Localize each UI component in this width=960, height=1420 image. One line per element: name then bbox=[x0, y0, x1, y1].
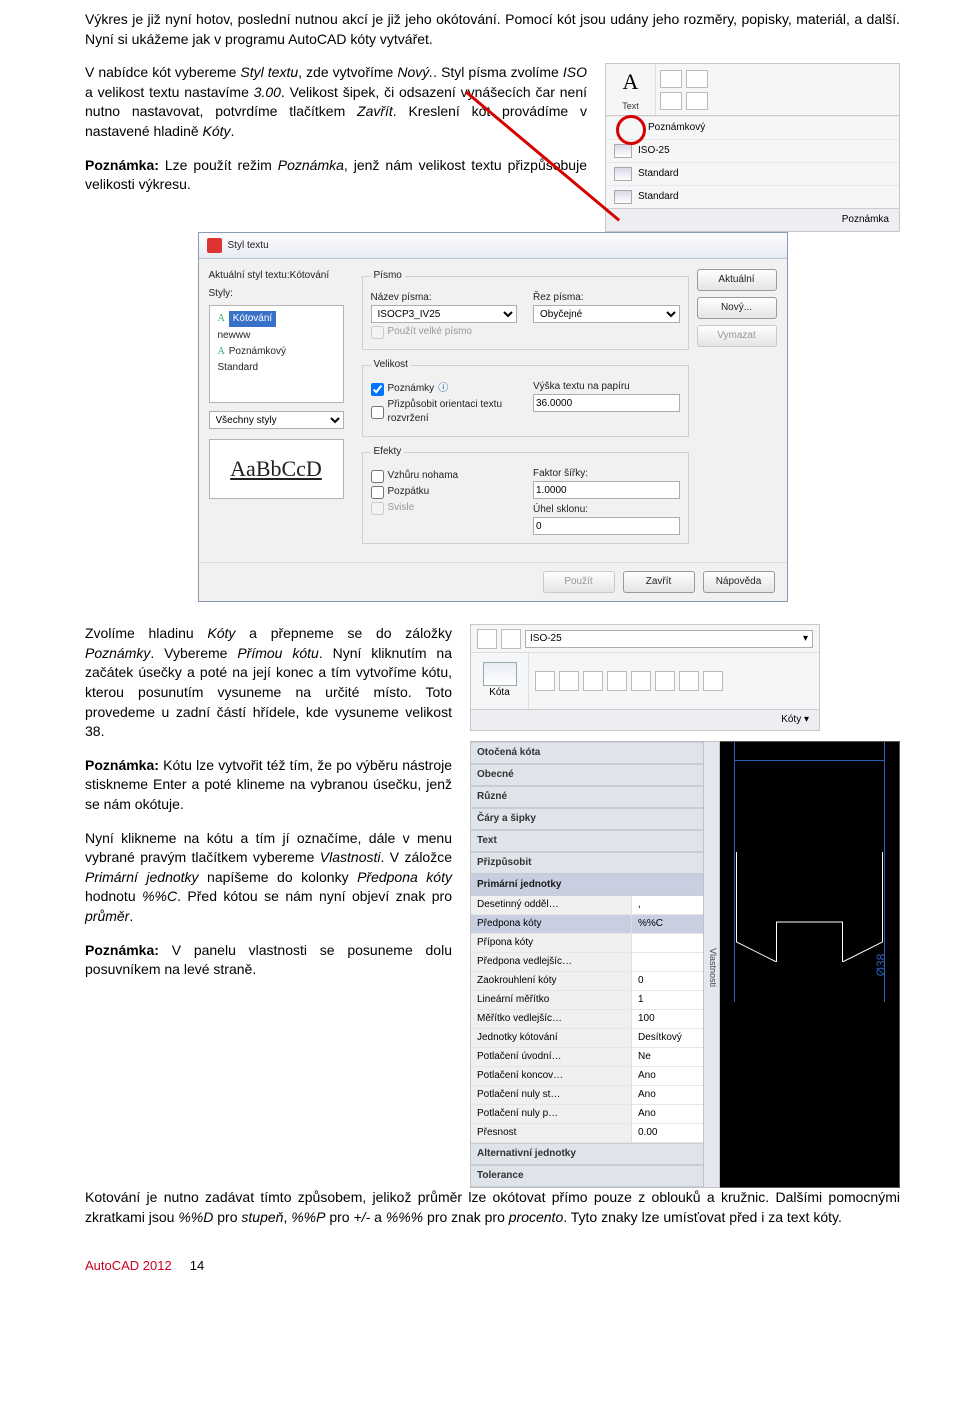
prop-row[interactable]: Desetinný odděl…, bbox=[471, 896, 703, 915]
dim-tool-icon[interactable] bbox=[477, 629, 497, 649]
screenshot-ribbon-text: A Text Poznámkový ISO-25 Standard Standa… bbox=[605, 63, 900, 232]
prop-row[interactable]: Jednotky kótováníDesítkový bbox=[471, 1029, 703, 1048]
dim-subtool-icon[interactable] bbox=[535, 671, 555, 691]
big-font-checkbox[interactable]: Použít velké písmo bbox=[371, 325, 680, 339]
font-name-select[interactable]: ISOCP3_IV25 bbox=[371, 305, 518, 323]
prop-row[interactable]: Předpona vedlejšíc… bbox=[471, 953, 703, 972]
screenshot-properties-and-drawing: Otočená kótaObecnéRůznéČáry a šipkyTextP… bbox=[470, 741, 900, 1188]
note1: Poznámka: Lze použít režim Poznámka, jen… bbox=[85, 156, 587, 195]
prop-row[interactable]: Potlačení nuly st…Ano bbox=[471, 1086, 703, 1105]
prop-row[interactable]: Potlačení nuly p…Ano bbox=[471, 1105, 703, 1124]
prop-group-header[interactable]: Alternativní jednotky bbox=[471, 1143, 703, 1165]
prop-row[interactable]: Potlačení koncov…Ano bbox=[471, 1067, 703, 1086]
ribbon-tiny-btn[interactable] bbox=[686, 70, 708, 88]
style-picker-row[interactable]: Standard bbox=[606, 185, 899, 208]
prop-group-header[interactable]: Čáry a šipky bbox=[471, 808, 703, 830]
prop-group-header[interactable]: Různé bbox=[471, 786, 703, 808]
dimstyle-icon bbox=[614, 190, 632, 204]
page-footer: AutoCAD 201214 bbox=[85, 1257, 900, 1275]
dim-subtool-icon[interactable] bbox=[703, 671, 723, 691]
set-current-button[interactable]: Aktuální bbox=[697, 269, 777, 291]
annotative-checkbox[interactable]: Poznámky ⓘ bbox=[371, 382, 518, 396]
p3: Zvolíme hladinu Kóty a přepneme se do zá… bbox=[85, 624, 452, 742]
dimstyle-icon bbox=[614, 167, 632, 181]
style-picker-row[interactable]: Standard bbox=[606, 162, 899, 185]
prop-row[interactable]: Přesnost0.00 bbox=[471, 1124, 703, 1143]
dim-subtool-icon[interactable] bbox=[607, 671, 627, 691]
vertical-checkbox[interactable]: Svisle bbox=[371, 501, 518, 515]
style-filter-select[interactable]: Všechny styly bbox=[209, 411, 344, 429]
styles-label: Styly: bbox=[209, 287, 344, 301]
width-factor-input[interactable] bbox=[533, 481, 680, 499]
prop-row[interactable]: Zaokrouhlení kóty0 bbox=[471, 972, 703, 991]
group-pismo: Písmo Název písma: ISOCP3_IV25 Řez písma… bbox=[362, 269, 689, 350]
linear-dim-icon bbox=[483, 662, 517, 686]
kota-button[interactable]: Kóta bbox=[471, 653, 529, 709]
oblique-angle-input[interactable] bbox=[533, 517, 680, 535]
ribbon-panel-label: Kóty ▾ bbox=[471, 709, 819, 730]
prop-row[interactable]: Lineární měřítko1 bbox=[471, 991, 703, 1010]
ribbon-tiny-btn[interactable] bbox=[686, 92, 708, 110]
styles-listbox[interactable]: Kótování newww Poznámkový Standard bbox=[209, 305, 344, 403]
dialog-titlebar: Styl textu bbox=[199, 233, 787, 259]
dimension-line bbox=[734, 760, 885, 761]
prop-row[interactable]: Potlačení úvodní…Ne bbox=[471, 1048, 703, 1067]
dim-subtool-icon[interactable] bbox=[559, 671, 579, 691]
apply-button[interactable]: Použít bbox=[543, 571, 615, 593]
prop-group-header[interactable]: Tolerance bbox=[471, 1165, 703, 1187]
paper-height-input[interactable] bbox=[533, 394, 680, 412]
app-icon bbox=[207, 238, 222, 253]
help-button[interactable]: Nápověda bbox=[703, 571, 775, 593]
prop-group-header[interactable]: Primární jednotky bbox=[471, 874, 703, 896]
note3: Poznámka: V panelu vlastnosti se posunem… bbox=[85, 941, 452, 980]
properties-panel: Otočená kótaObecnéRůznéČáry a šipkyTextP… bbox=[470, 741, 704, 1188]
block-kota: Zvolíme hladinu Kóty a přepneme se do zá… bbox=[85, 624, 900, 1188]
ribbon-panel-label: Poznámka bbox=[606, 208, 899, 231]
close-button[interactable]: Zavřít bbox=[623, 571, 695, 593]
upsidedown-checkbox[interactable]: Vzhůru nohama bbox=[371, 469, 518, 483]
orient-checkbox[interactable]: Přizpůsobit orientaci textu rozvržení bbox=[371, 398, 518, 426]
dimstyle-dropdown[interactable]: ISO-25▾ bbox=[525, 630, 813, 648]
prop-group-header[interactable]: Přizpůsobit bbox=[471, 852, 703, 874]
backwards-checkbox[interactable]: Pozpátku bbox=[371, 485, 518, 499]
font-preview: AaBbCcD bbox=[209, 439, 344, 499]
properties-tab[interactable]: Vlastnosti bbox=[704, 741, 720, 1188]
dim-subtool-icon[interactable] bbox=[583, 671, 603, 691]
prop-group-header[interactable]: Obecné bbox=[471, 764, 703, 786]
new-style-button[interactable]: Nový... bbox=[697, 297, 777, 319]
dim-text-o38: Ø38 bbox=[873, 953, 890, 976]
prop-group-header[interactable]: Otočená kóta bbox=[471, 742, 703, 764]
prop-group-header[interactable]: Text bbox=[471, 830, 703, 852]
delete-style-button[interactable]: Vymazat bbox=[697, 325, 777, 347]
text-A-icon: A bbox=[623, 67, 639, 98]
p4: Nyní klikneme na kótu a tím jí označíme,… bbox=[85, 829, 452, 927]
dim-subtool-icon[interactable] bbox=[655, 671, 675, 691]
dimstyle-icon bbox=[614, 144, 632, 158]
ribbon-tiny-btn[interactable] bbox=[660, 70, 682, 88]
ribbon-text-button[interactable]: A Text bbox=[606, 64, 656, 115]
ribbon-small-buttons bbox=[656, 64, 716, 115]
dim-subtool-icon[interactable] bbox=[679, 671, 699, 691]
screenshot-ribbon-kota: ISO-25▾ Kóta Kóty ▾ bbox=[470, 624, 820, 731]
dim-subtool-icon[interactable] bbox=[631, 671, 651, 691]
prop-row[interactable]: Měřítko vedlejšíc…100 bbox=[471, 1010, 703, 1029]
intro-paragraph: Výkres je již nyní hotov, poslední nutno… bbox=[85, 10, 900, 49]
block-styltextu: V nabídce kót vybereme Styl textu, zde v… bbox=[85, 63, 900, 232]
red-highlight-circle bbox=[614, 115, 648, 141]
screenshot-styl-textu-dialog: Styl textu Aktuální styl textu:Kótování … bbox=[198, 232, 788, 602]
dim-tool-icon[interactable] bbox=[501, 629, 521, 649]
ribbon-tiny-btn[interactable] bbox=[660, 92, 682, 110]
font-style-select[interactable]: Obyčejné bbox=[533, 305, 680, 323]
part-outline bbox=[734, 832, 885, 962]
drawing-area: Ø38 bbox=[720, 741, 900, 1188]
p5: Kotování je nutno zadávat tímto způsobem… bbox=[85, 1188, 900, 1227]
style-picker-row[interactable]: Poznámkový bbox=[606, 116, 899, 139]
group-velikost: Velikost Poznámky ⓘ Přizpůsobit orientac… bbox=[362, 358, 689, 437]
prop-row[interactable]: Přípona kóty bbox=[471, 934, 703, 953]
prop-row[interactable]: Předpona kóty%%C bbox=[471, 915, 703, 934]
note2: Poznámka: Kótu lze vytvořit též tím, že … bbox=[85, 756, 452, 815]
style-picker-row[interactable]: ISO-25 bbox=[606, 139, 899, 162]
group-efekty: Efekty Vzhůru nohama Pozpátku Svisle Fak… bbox=[362, 445, 689, 544]
current-style-label: Aktuální styl textu:Kótování bbox=[209, 269, 344, 283]
